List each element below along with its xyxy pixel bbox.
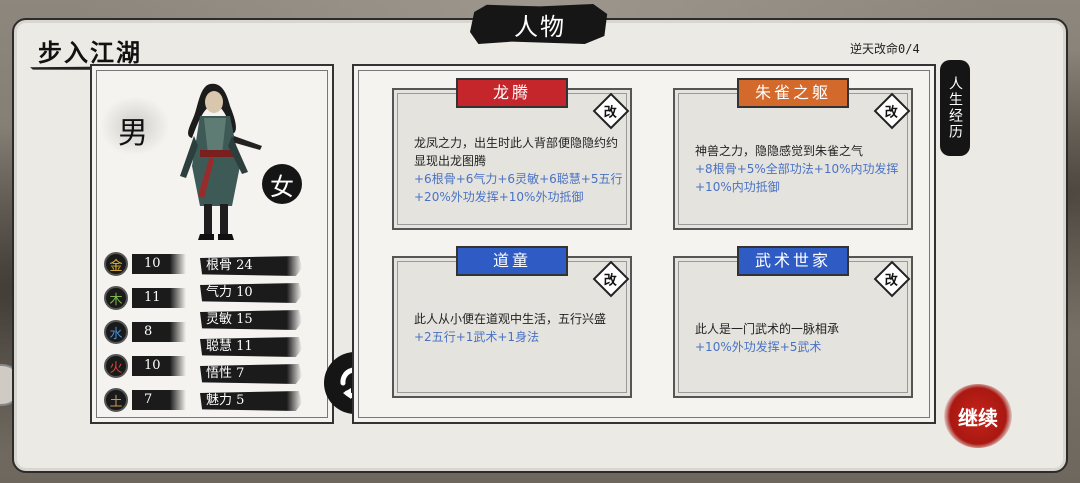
- element-water: 水 8: [104, 320, 194, 344]
- change-label: 改: [604, 105, 618, 121]
- trait-card: 武术世家 改 此人是一门武术的一脉相承 +10%外功发挥+5武术: [673, 246, 913, 398]
- trait-bonus: +6根骨+6气力+6灵敏+6聪慧+5五行+20%外功发挥+10%外功抵御: [414, 172, 623, 204]
- stat-comprehension: 悟性 7: [200, 364, 302, 384]
- life-history-tab[interactable]: 人生经历: [940, 60, 970, 156]
- element-value: 10: [132, 254, 186, 274]
- section-title: 步入江湖: [38, 38, 142, 67]
- stat-agility: 灵敏 15: [200, 310, 302, 330]
- stat-charm: 魅力 5: [200, 391, 302, 411]
- trait-description: 龙凤之力，出生时此人背部便隐隐约约显现出龙图腾 +6根骨+6气力+6灵敏+6聪慧…: [414, 134, 624, 206]
- wood-icon: 木: [104, 286, 128, 310]
- metal-icon: 金: [104, 252, 128, 276]
- trait-card: 道童 改 此人从小便在道观中生活，五行兴盛 +2五行+1武术+1身法: [392, 246, 632, 398]
- trait-bonus: +2五行+1武术+1身法: [414, 330, 540, 344]
- change-label: 改: [885, 273, 899, 289]
- trait-description: 此人从小便在道观中生活，五行兴盛 +2五行+1武术+1身法: [414, 310, 624, 346]
- stat-wisdom: 聪慧 11: [200, 337, 302, 357]
- trait-bonus: +8根骨+5%全部功法+10%内功发挥+10%内功抵御: [695, 162, 899, 194]
- element-metal: 金 10: [104, 252, 194, 276]
- trait-title: 龙腾: [456, 78, 568, 108]
- gender-female-button[interactable]: 女: [262, 164, 302, 204]
- element-wood: 木 11: [104, 286, 194, 310]
- trait-card: 朱雀之躯 改 神兽之力，隐隐感觉到朱雀之气 +8根骨+5%全部功法+10%内功发…: [673, 78, 913, 230]
- change-trait-button[interactable]: 改: [592, 92, 630, 130]
- trait-description: 此人是一门武术的一脉相承 +10%外功发挥+5武术: [695, 320, 905, 356]
- water-icon: 水: [104, 320, 128, 344]
- stat-bone: 根骨 24: [200, 256, 302, 276]
- trait-card: 龙腾 改 龙凤之力，出生时此人背部便隐隐约约显现出龙图腾 +6根骨+6气力+6灵…: [392, 78, 632, 230]
- character-portrait: [180, 83, 262, 240]
- element-value: 11: [132, 288, 186, 308]
- gender-male-button[interactable]: 男: [118, 108, 148, 152]
- fate-counter: 逆天改命0/4: [850, 42, 920, 56]
- stat-strength: 气力 10: [200, 283, 302, 303]
- trait-description: 神兽之力，隐隐感觉到朱雀之气 +8根骨+5%全部功法+10%内功发挥+10%内功…: [695, 142, 905, 196]
- element-earth: 土 7: [104, 388, 194, 412]
- change-trait-button[interactable]: 改: [873, 92, 911, 130]
- screen-title: 人物: [514, 12, 566, 41]
- trait-desc-text: 龙凤之力，出生时此人背部便隐隐约约显现出龙图腾: [414, 136, 619, 168]
- change-label: 改: [885, 105, 899, 121]
- change-trait-button[interactable]: 改: [873, 260, 911, 298]
- trait-title: 朱雀之躯: [737, 78, 849, 108]
- element-value: 10: [132, 356, 186, 376]
- trait-title: 武术世家: [737, 246, 849, 276]
- trait-desc-text: 此人是一门武术的一脉相承: [695, 322, 840, 336]
- earth-icon: 土: [104, 388, 128, 412]
- element-value: 8: [132, 322, 186, 342]
- title-banner: 人物: [470, 4, 608, 44]
- trait-desc-text: 此人从小便在道观中生活，五行兴盛: [414, 312, 607, 326]
- change-label: 改: [604, 273, 618, 289]
- trait-desc-text: 神兽之力，隐隐感觉到朱雀之气: [695, 144, 864, 158]
- element-fire: 火 10: [104, 354, 194, 378]
- fire-icon: 火: [104, 354, 128, 378]
- element-value: 7: [132, 390, 186, 410]
- trait-bonus: +10%外功发挥+5武术: [695, 340, 822, 354]
- continue-button[interactable]: 继续: [944, 384, 1012, 448]
- trait-title: 道童: [456, 246, 568, 276]
- change-trait-button[interactable]: 改: [592, 260, 630, 298]
